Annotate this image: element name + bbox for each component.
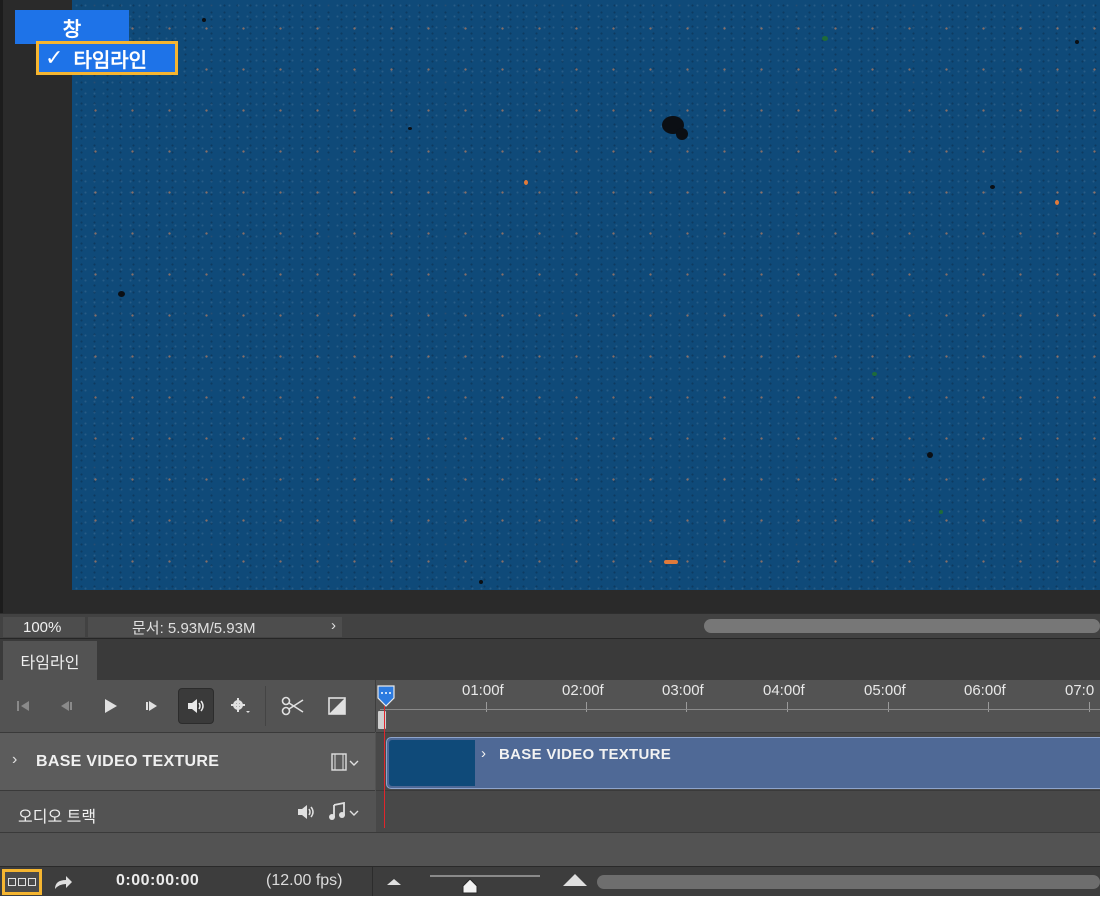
film-strip-icon[interactable] <box>331 753 361 771</box>
image-speck <box>939 510 943 514</box>
video-track-header[interactable]: › BASE VIDEO TEXTURE <box>0 732 375 791</box>
zoom-level-field[interactable]: 100% <box>3 617 85 637</box>
step-forward-icon <box>146 701 157 711</box>
video-track-name: BASE VIDEO TEXTURE <box>36 753 220 770</box>
work-area-start-handle[interactable] <box>377 710 387 730</box>
play-icon <box>105 699 117 713</box>
photoshop-window: 창 ✓ 타임라인 100% 문서: 5.93M/5.93M › 타임라인 01:… <box>0 0 1100 909</box>
image-speck <box>1075 40 1079 44</box>
frame-icon <box>28 878 36 886</box>
clip-label: BASE VIDEO TEXTURE <box>499 746 672 763</box>
left-edge <box>0 0 3 613</box>
ruler-tick <box>686 702 687 712</box>
menu-item-timeline[interactable]: ✓ 타임라인 <box>36 41 178 75</box>
scissors-icon <box>281 696 304 716</box>
panel-tab-bar: 타임라인 <box>0 638 1100 681</box>
image-speck <box>1055 200 1059 205</box>
ruler-tick <box>1089 702 1090 712</box>
go-to-previous-frame-button[interactable] <box>48 688 84 724</box>
skip-back-icon <box>17 701 29 711</box>
frame-rate: (12.00 fps) <box>266 872 343 889</box>
speaker-icon <box>188 699 204 713</box>
checkmark-icon: ✓ <box>45 45 64 70</box>
ruler-label: 01:00f <box>462 682 504 699</box>
doc-size-text: 문서: 5.93M/5.93M <box>132 619 256 637</box>
play-button[interactable] <box>92 688 128 724</box>
status-bar: 100% 문서: 5.93M/5.93M › <box>0 613 1100 639</box>
menu-item-label: 타임라인 <box>73 49 148 72</box>
image-speck <box>872 372 877 376</box>
playback-settings-button[interactable] <box>222 688 258 724</box>
time-ruler[interactable]: 01:00f 02:00f 03:00f 04:00f 05:00f 06:00… <box>375 680 1100 732</box>
music-note-icon[interactable] <box>328 802 362 822</box>
document-image[interactable] <box>72 0 1100 590</box>
image-speck <box>118 291 125 297</box>
image-speck <box>524 180 528 185</box>
split-at-playhead-button[interactable] <box>275 688 311 724</box>
zoom-slider-thumb[interactable] <box>460 875 480 895</box>
window-bottom-edge <box>0 896 1100 909</box>
canvas-horizontal-scrollbar[interactable] <box>700 619 1100 633</box>
tab-timeline[interactable]: 타임라인 <box>3 641 97 681</box>
document-canvas-area <box>0 0 1100 613</box>
playhead-line <box>384 706 385 828</box>
ruler-label: 07:0 <box>1065 682 1095 699</box>
ruler-tick <box>486 702 487 712</box>
step-back-icon <box>61 701 72 711</box>
window-menu-title[interactable]: 창 <box>15 10 129 44</box>
image-speck <box>408 127 412 130</box>
go-to-next-frame-button[interactable] <box>134 688 170 724</box>
footer-divider <box>372 867 373 897</box>
convert-to-frame-animation-button[interactable] <box>2 869 42 895</box>
expand-chevron-icon[interactable]: › <box>12 751 17 769</box>
chevron-right-icon[interactable]: › <box>331 617 336 634</box>
ruler-tick <box>888 702 889 712</box>
timeline-zoom-slider[interactable] <box>430 875 540 877</box>
frame-icon <box>8 878 16 886</box>
gear-icon <box>231 698 250 713</box>
audio-track-header[interactable]: 오디오 트랙 <box>0 790 375 833</box>
zoom-out-icon[interactable] <box>386 877 402 887</box>
ruler-label: 03:00f <box>662 682 704 699</box>
clip-expand-chevron-icon[interactable]: › <box>481 745 486 762</box>
image-speck <box>990 185 995 189</box>
render-video-icon[interactable] <box>52 873 74 891</box>
transition-icon <box>328 697 346 715</box>
ruler-label: 04:00f <box>763 682 805 699</box>
image-speck <box>202 18 206 22</box>
transition-button[interactable] <box>319 688 355 724</box>
work-area-bar[interactable] <box>380 709 1100 710</box>
image-speck <box>676 128 688 140</box>
image-speck <box>927 452 933 458</box>
ruler-label: 02:00f <box>562 682 604 699</box>
zoom-in-icon[interactable] <box>562 872 588 888</box>
image-speck <box>664 560 678 564</box>
ruler-label: 06:00f <box>964 682 1006 699</box>
image-speck <box>479 580 483 584</box>
playhead-handle[interactable] <box>376 684 396 708</box>
go-to-first-frame-button[interactable] <box>6 688 42 724</box>
frame-icon <box>18 878 26 886</box>
clip-thumbnail <box>389 740 475 786</box>
speaker-icon[interactable] <box>296 804 316 820</box>
audio-track-name: 오디오 트랙 <box>18 809 97 826</box>
ruler-tick <box>988 702 989 712</box>
image-speck <box>822 36 828 41</box>
document-info: 문서: 5.93M/5.93M › <box>88 617 342 637</box>
current-timecode[interactable]: 0:00:00:00 <box>116 872 199 890</box>
ruler-tick <box>586 702 587 712</box>
video-clip[interactable]: › BASE VIDEO TEXTURE <box>386 737 1100 789</box>
timeline-empty-area <box>0 832 1100 867</box>
mute-audio-button[interactable] <box>178 688 214 724</box>
video-track-lane[interactable]: › BASE VIDEO TEXTURE <box>376 732 1100 791</box>
audio-track-lane[interactable] <box>376 790 1100 833</box>
playback-controls <box>0 680 375 732</box>
ruler-label: 05:00f <box>864 682 906 699</box>
scrollbar-thumb[interactable] <box>704 619 1100 633</box>
ruler-tick <box>787 702 788 712</box>
timeline-horizontal-scrollbar[interactable] <box>597 875 1100 889</box>
toolbar-divider <box>265 686 266 726</box>
timeline-footer: 0:00:00:00 (12.00 fps) <box>0 866 1100 897</box>
